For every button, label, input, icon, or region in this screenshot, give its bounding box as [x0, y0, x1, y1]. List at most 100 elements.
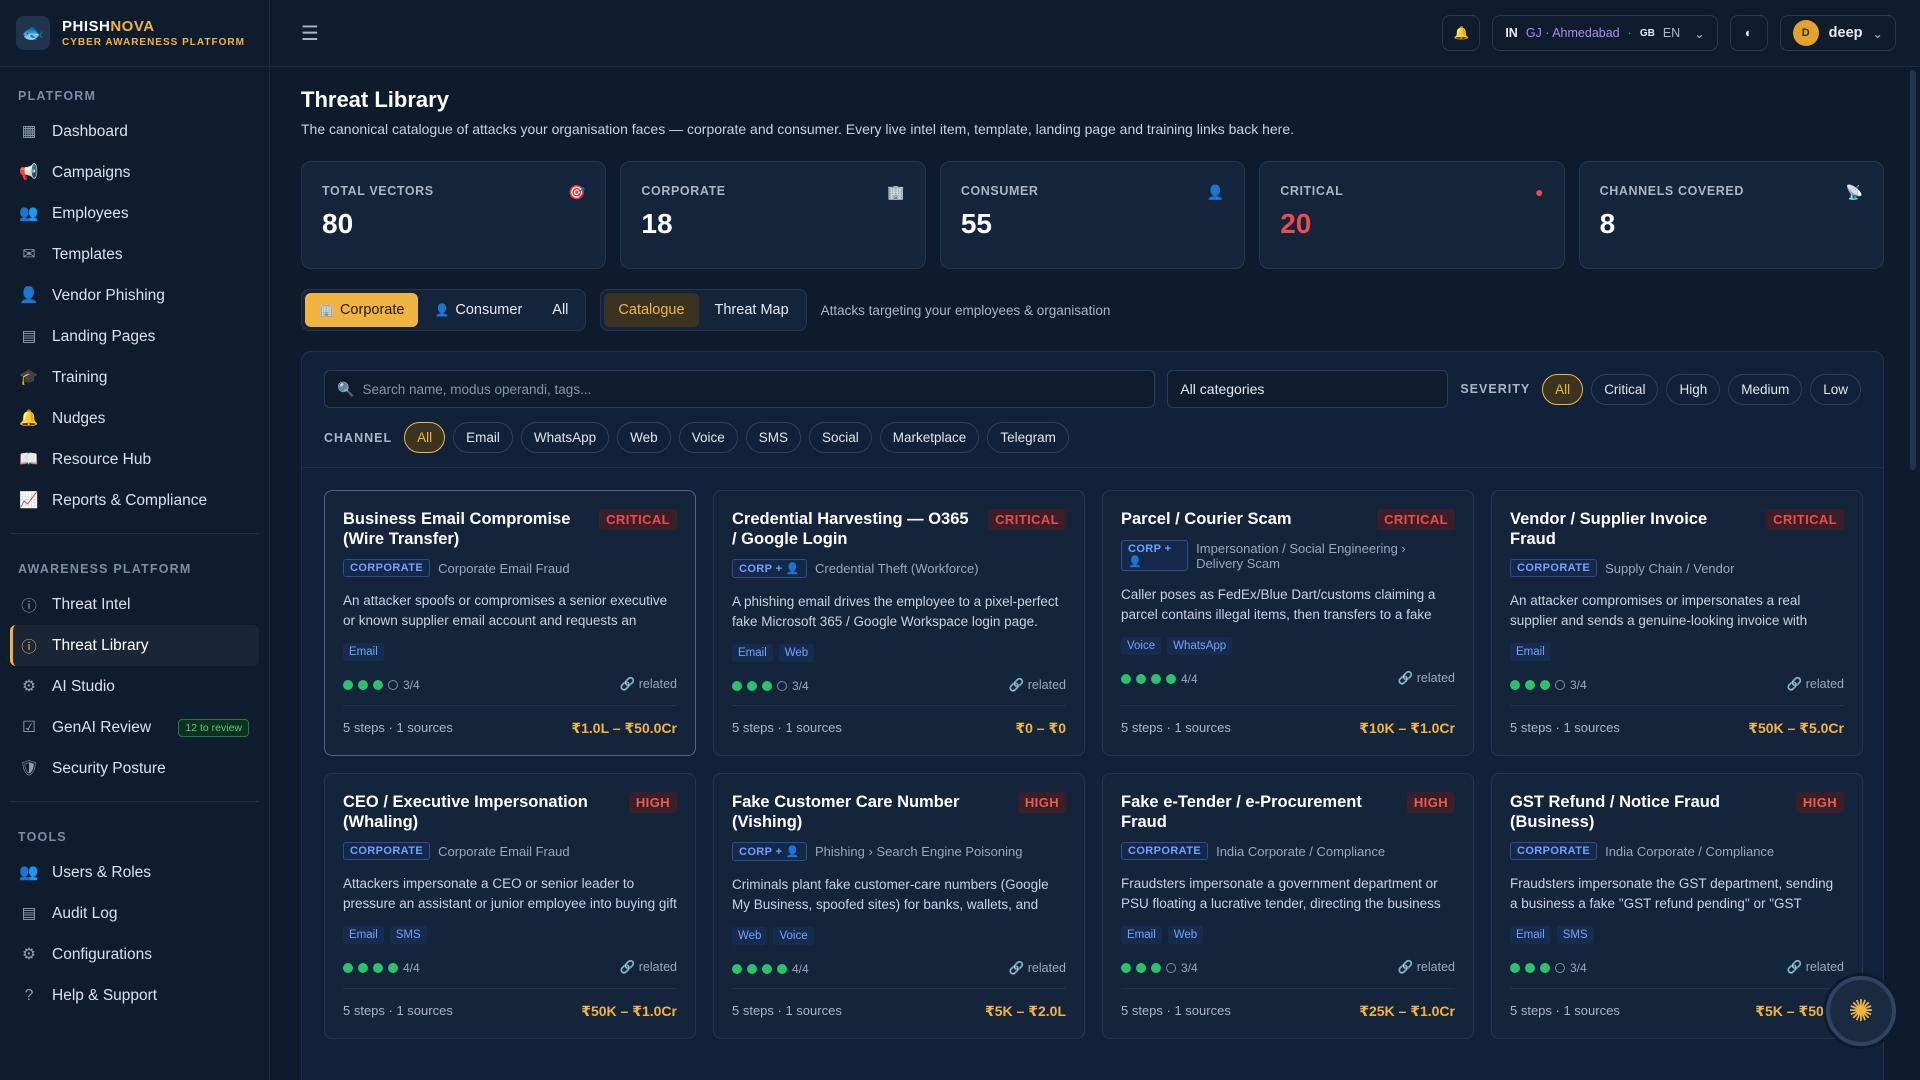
related-link[interactable]: 🔗 related	[1787, 960, 1844, 975]
channel-chip-social[interactable]: Social	[808, 422, 872, 453]
related-label: related	[638, 677, 677, 691]
sidebar-item-label: Resource Hub	[52, 450, 152, 468]
theme-toggle-button[interactable]: ◐	[1729, 15, 1768, 51]
rating-dot	[732, 963, 742, 974]
sidebar-item-label: Landing Pages	[52, 327, 156, 345]
severity-chip-low[interactable]: Low	[1810, 373, 1861, 405]
chart-icon: 📈	[19, 492, 39, 509]
threat-title: Fake e-Tender / e-Procurement Fraud	[1121, 793, 1362, 831]
related-link[interactable]: 🔗 related	[1398, 960, 1455, 975]
severity-chip-critical[interactable]: Critical	[1591, 373, 1659, 405]
severity-chip-medium[interactable]: Medium	[1728, 373, 1803, 405]
loss-range: ₹10K – ₹1.0Cr	[1359, 720, 1455, 736]
related-link[interactable]: 🔗 related	[1398, 671, 1455, 686]
brand[interactable]: 🐟 PHISHNOVA CYBER AWARENESS PLATFORM	[0, 0, 269, 67]
threat-card[interactable]: Credential Harvesting — O365 / Google Lo…	[713, 490, 1085, 756]
channel-chip-voice[interactable]: Voice	[678, 422, 738, 453]
sidebar-item-training[interactable]: 🎓 Training	[10, 357, 259, 398]
severity-chip-all[interactable]: All	[1542, 373, 1584, 405]
threat-title: Fake Customer Care Number (Vishing)	[732, 793, 960, 831]
rating-dot	[777, 963, 787, 974]
related-link[interactable]: 🔗 related	[1009, 961, 1066, 976]
loss-range: ₹5K – ₹2.0L	[985, 1003, 1066, 1019]
channel-chip-whatsapp[interactable]: WhatsApp	[520, 422, 610, 453]
threat-card[interactable]: Fake e-Tender / e-Procurement Fraud HIGH C…	[1102, 773, 1474, 1039]
sidebar-item-ai-studio[interactable]: ⚙ AI Studio	[10, 666, 259, 707]
sidebar-item-security-posture[interactable]: 🛡 Security Posture	[10, 748, 259, 789]
audience-hint: Attacks targeting your employees & organ…	[820, 302, 1111, 318]
threat-title: Parcel / Courier Scam	[1121, 510, 1292, 528]
related-link[interactable]: 🔗 related	[1787, 677, 1844, 692]
audience-tag: CORPORATE	[1510, 559, 1598, 577]
sidebar-item-threat-library[interactable]: ⓘ Threat Library	[10, 625, 259, 666]
sidebar-item-employees[interactable]: 👥 Employees	[10, 193, 259, 234]
tab-consumer[interactable]: 👤 Consumer	[420, 293, 536, 327]
audience-tag: CORPORATE	[1121, 842, 1209, 860]
hamburger-menu-icon[interactable]: ☰	[294, 17, 326, 49]
rating-dot	[762, 680, 772, 691]
stat-label: CORPORATE	[641, 184, 726, 198]
threat-card[interactable]: Fake Customer Care Number (Vishing) HIGH C…	[713, 773, 1085, 1039]
notifications-button[interactable]: 🔔	[1442, 15, 1481, 51]
red-dot-icon: ●	[1535, 184, 1544, 200]
channel-chip-web[interactable]: Web	[617, 422, 671, 453]
category-select[interactable]: All categories	[1167, 370, 1449, 408]
threat-card[interactable]: Business Email Compromise (Wire Transfer…	[324, 490, 696, 756]
tab-catalogue[interactable]: Catalogue	[604, 293, 699, 327]
channel-tag: Web	[778, 644, 815, 662]
sidebar-item-reports-compliance[interactable]: 📈 Reports & Compliance	[10, 480, 259, 521]
sidebar-item-users-roles[interactable]: 👥 Users & Roles	[10, 852, 259, 893]
channel-chip-email[interactable]: Email	[453, 422, 513, 453]
channel-chip-marketplace[interactable]: Marketplace	[879, 422, 980, 453]
sidebar-item-vendor-phishing[interactable]: 👤 Vendor Phishing	[10, 275, 259, 316]
channel-chip-telegram[interactable]: Telegram	[987, 422, 1069, 453]
user-menu[interactable]: D deep ⌄	[1779, 15, 1896, 51]
sidebar-item-templates[interactable]: ✉ Templates	[10, 234, 259, 275]
search-input[interactable]	[362, 381, 1143, 397]
sidebar-item-resource-hub[interactable]: 📖 Resource Hub	[10, 439, 259, 480]
channel-chip-all[interactable]: All	[404, 422, 446, 453]
threat-title: Business Email Compromise (Wire Transfer…	[343, 510, 571, 548]
user-name: deep	[1828, 25, 1863, 41]
main: ☰ 🔔 IN GJ · Ahmedabad · GB EN ⌄ ◐ D deep…	[270, 0, 1920, 1080]
sidebar-item-help-support[interactable]: ? Help & Support	[10, 975, 259, 1016]
threat-card[interactable]: GST Refund / Notice Fraud (Business) HIGH…	[1491, 773, 1863, 1039]
sidebar-item-audit-log[interactable]: ▤ Audit Log	[10, 893, 259, 934]
contrast-icon: ◐	[1744, 26, 1753, 40]
loss-range: ₹25K – ₹1.0Cr	[1359, 1003, 1455, 1019]
ai-assistant-button[interactable]: ✺	[1826, 976, 1896, 1046]
sidebar: 🐟 PHISHNOVA CYBER AWARENESS PLATFORM PLA…	[0, 0, 270, 1080]
megaphone-icon: 📢	[19, 164, 39, 181]
building-icon: 🏢	[887, 184, 905, 200]
locale-selector[interactable]: IN GJ · Ahmedabad · GB EN ⌄	[1492, 15, 1718, 51]
link-icon: 🔗	[1008, 678, 1028, 692]
severity-chip-high[interactable]: High	[1666, 373, 1721, 405]
channel-chip-sms[interactable]: SMS	[745, 422, 801, 453]
search-box[interactable]: 🔍	[324, 370, 1156, 408]
sidebar-item-dashboard[interactable]: ▦ Dashboard	[10, 111, 259, 152]
target-icon: 🎯	[567, 184, 586, 200]
steps-sources: 5 steps · 1 sources	[343, 720, 453, 735]
related-link[interactable]: 🔗 related	[1009, 678, 1066, 693]
sidebar-item-configurations[interactable]: ⚙ Configurations	[10, 934, 259, 975]
rating-dot	[1510, 679, 1520, 690]
tab-corporate[interactable]: 🏢 Corporate	[305, 293, 419, 327]
threat-card[interactable]: Vendor / Supplier Invoice Fraud CRITICAL C…	[1491, 490, 1863, 756]
channel-tag: Email	[343, 643, 384, 661]
threat-description: An attacker compromises or impersonates …	[1510, 593, 1808, 628]
sidebar-item-genai-review[interactable]: ☑ GenAI Review 12 to review	[10, 707, 259, 748]
tab-threat-map[interactable]: Threat Map	[701, 293, 803, 327]
sidebar-item-landing-pages[interactable]: ▤ Landing Pages	[10, 316, 259, 357]
threat-card[interactable]: CEO / Executive Impersonation (Whaling) H…	[324, 773, 696, 1039]
sidebar-item-label: Campaigns	[52, 163, 131, 181]
scrollbar[interactable]	[1910, 70, 1916, 470]
related-link[interactable]: 🔗 related	[620, 677, 677, 692]
sidebar-item-nudges[interactable]: 🔔 Nudges	[10, 398, 259, 439]
sidebar-item-campaigns[interactable]: 📢 Campaigns	[10, 152, 259, 193]
tab-all[interactable]: All	[538, 293, 582, 327]
rating-text: 4/4	[403, 960, 420, 975]
related-link[interactable]: 🔗 related	[620, 960, 677, 975]
threat-card[interactable]: Parcel / Courier Scam CRITICAL CORP + 👤 Imp…	[1102, 490, 1474, 756]
threat-title: Credential Harvesting — O365 / Google Lo…	[732, 510, 969, 548]
sidebar-item-threat-intel[interactable]: ⓘ Threat Intel	[10, 584, 259, 625]
